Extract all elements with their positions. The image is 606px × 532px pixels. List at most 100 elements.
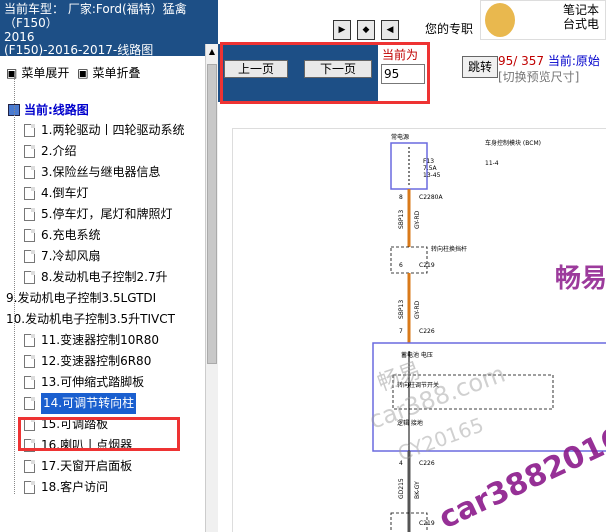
tree-item[interactable]: 11.变速器控制10R80	[0, 330, 206, 351]
tree-item-label: 13.可伸缩式踏脚板	[41, 375, 145, 389]
highlight-box	[18, 417, 180, 451]
tree-item-label: 17.天窗开启面板	[41, 459, 133, 473]
tree-item-label: 11.变速器控制10R80	[41, 333, 159, 347]
diagram-svg: 常电源 车身控制模块 (BCM) 11-4 F13 7.5A 13-45 8 C…	[365, 133, 606, 532]
connector-c219	[390, 246, 428, 274]
c226-label: C226	[419, 328, 435, 335]
tree-item[interactable]: 7.冷却风扇	[0, 246, 206, 267]
color1-label: GY-RD	[414, 210, 421, 229]
document-icon	[24, 334, 35, 347]
tree-item[interactable]: 9.发动机电子控制3.5LGTDI	[0, 288, 206, 309]
fuse-amp: 7.5A	[423, 165, 438, 172]
tree-item[interactable]: 1.两轮驱动丨四轮驱动系统	[0, 120, 206, 141]
scroll-thumb[interactable]	[207, 64, 217, 364]
top-bar: 当前车型： 厂家:Ford(福特）猛禽（F150） 2016 ▶ ◆ ◀ 您的专…	[0, 0, 606, 44]
fuse-code: 13-45	[423, 172, 441, 179]
nav-icons: ▶ ◆ ◀	[333, 20, 399, 44]
tree-item[interactable]: 8.发动机电子控制2.7升	[0, 267, 206, 288]
tree-root[interactable]: 当前:线路图	[0, 100, 206, 120]
preview-size-link[interactable]: [切换预览尺寸]	[498, 68, 579, 85]
document-icon	[24, 229, 35, 242]
menu-controls: ▣ 菜单展开 ▣ 菜单折叠	[6, 64, 145, 81]
tree-item[interactable]: 12.变速器控制6R80	[0, 351, 206, 372]
mascot-icon	[485, 3, 515, 37]
current-title-prefix: 当前:	[547, 54, 576, 68]
car-model-title: 当前车型： 厂家:Ford(福特）猛禽（F150） 2016	[0, 0, 218, 44]
document-icon	[24, 460, 35, 473]
document-icon	[24, 166, 35, 179]
ad-banner[interactable]: 笔记本 台式电	[480, 0, 606, 40]
scroll-up-arrow-icon[interactable]: ▲	[206, 46, 218, 58]
tree-item-label: 3.保险丝与继电器信息	[41, 165, 161, 179]
tree-item-label: 14.可调节转向柱	[41, 393, 137, 414]
tree-item[interactable]: 17.天窗开启面板	[0, 456, 206, 477]
tree-item-label: 8.发动机电子控制2.7升	[41, 270, 168, 284]
car-model-line2: 2016	[4, 30, 35, 44]
tree-item[interactable]: 5.停车灯，尾灯和牌照灯	[0, 204, 206, 225]
fuse-box	[390, 142, 428, 190]
module-code: 11-4	[485, 160, 499, 167]
c226-label-2: C226	[419, 460, 435, 467]
tree-guide-line	[14, 74, 15, 494]
tree-item[interactable]: 14.可调节转向柱	[0, 393, 206, 414]
left-scrollbar[interactable]: ▲	[205, 44, 218, 532]
page-count: 95/ 357 当前:原始	[498, 52, 600, 69]
menu-collapse-link[interactable]: 菜单折叠	[93, 66, 141, 80]
c219-label: C219	[419, 262, 435, 269]
fuse-label: F13	[423, 158, 434, 165]
ad-text: 您的专职	[425, 22, 474, 36]
left-subtitle: (F150)-2016-2017-线路图	[0, 44, 218, 56]
wiring-diagram[interactable]: 常电源 车身控制模块 (BCM) 11-4 F13 7.5A 13-45 8 C…	[232, 128, 606, 532]
tree-item-label: 2.介绍	[41, 144, 77, 158]
switch-label: 转向柱换挡杆	[431, 245, 467, 253]
tree-item[interactable]: 6.充电系统	[0, 225, 206, 246]
tree-item-label: 5.停车灯，尾灯和牌照灯	[41, 207, 173, 221]
color2-label: BK-GY	[414, 481, 421, 499]
battery-section-label: 蓄电池 电压	[401, 351, 433, 359]
tree-root-label: 当前:线路图	[24, 103, 89, 117]
pin-7-label: 7	[399, 328, 403, 335]
tree-item-label: 9.发动机电子控制3.5LGTDI	[6, 291, 157, 305]
car-model-line1: 当前车型： 厂家:Ford(福特）猛禽（F150）	[4, 2, 187, 30]
tree-item[interactable]: 4.倒车灯	[0, 183, 206, 204]
document-icon	[24, 355, 35, 368]
tree-item[interactable]: 2.介绍	[0, 141, 206, 162]
ad-line2: 台式电	[563, 17, 600, 31]
current-title: 原始	[575, 54, 600, 68]
nav-fit-icon[interactable]: ◆	[357, 20, 375, 40]
document-icon	[24, 187, 35, 200]
tree-item-label: 10.发动机电子控制3.5升TIVCT	[6, 312, 175, 326]
wire2-label: GD215	[398, 478, 405, 499]
page-count-text: 95/ 357	[498, 54, 545, 68]
c219-label-2: C219	[419, 520, 435, 527]
pager-highlight-box	[220, 42, 430, 104]
tree-item-label: 18.客户访问	[41, 480, 109, 494]
jump-button[interactable]: 跳转	[462, 56, 498, 78]
c2280a-label: C2280A	[419, 194, 443, 201]
document-icon	[24, 376, 35, 389]
document-icon	[24, 208, 35, 221]
document-icon	[24, 481, 35, 494]
tree-item[interactable]: 13.可伸缩式踏脚板	[0, 372, 206, 393]
nav-back-icon[interactable]: ◀	[381, 20, 399, 40]
module-label: 车身控制模块 (BCM)	[485, 139, 541, 147]
wire1-label: SBP13	[398, 210, 405, 229]
tree-item-label: 4.倒车灯	[41, 186, 89, 200]
tree-item-label: 1.两轮驱动丨四轮驱动系统	[41, 123, 185, 137]
tree-item-label: 6.充电系统	[41, 228, 101, 242]
nav-forward-icon[interactable]: ▶	[333, 20, 351, 40]
tree-item[interactable]: 3.保险丝与继电器信息	[0, 162, 206, 183]
menu-collapse-icon: ▣	[77, 66, 89, 80]
tree-item[interactable]: 18.客户访问	[0, 477, 206, 498]
pin-8-label: 8	[399, 194, 403, 201]
power-label: 常电源	[391, 133, 409, 141]
document-icon	[24, 250, 35, 263]
document-icon	[24, 124, 35, 137]
color1-label-2: GY-RD	[414, 300, 421, 319]
tree-item-label: 12.变速器控制6R80	[41, 354, 152, 368]
menu-expand-link[interactable]: 菜单展开	[21, 66, 69, 80]
tree-item-label: 7.冷却风扇	[41, 249, 101, 263]
jump-label: 跳转	[467, 60, 492, 74]
tree-item[interactable]: 10.发动机电子控制3.5升TIVCT	[0, 309, 206, 330]
document-icon	[24, 145, 35, 158]
